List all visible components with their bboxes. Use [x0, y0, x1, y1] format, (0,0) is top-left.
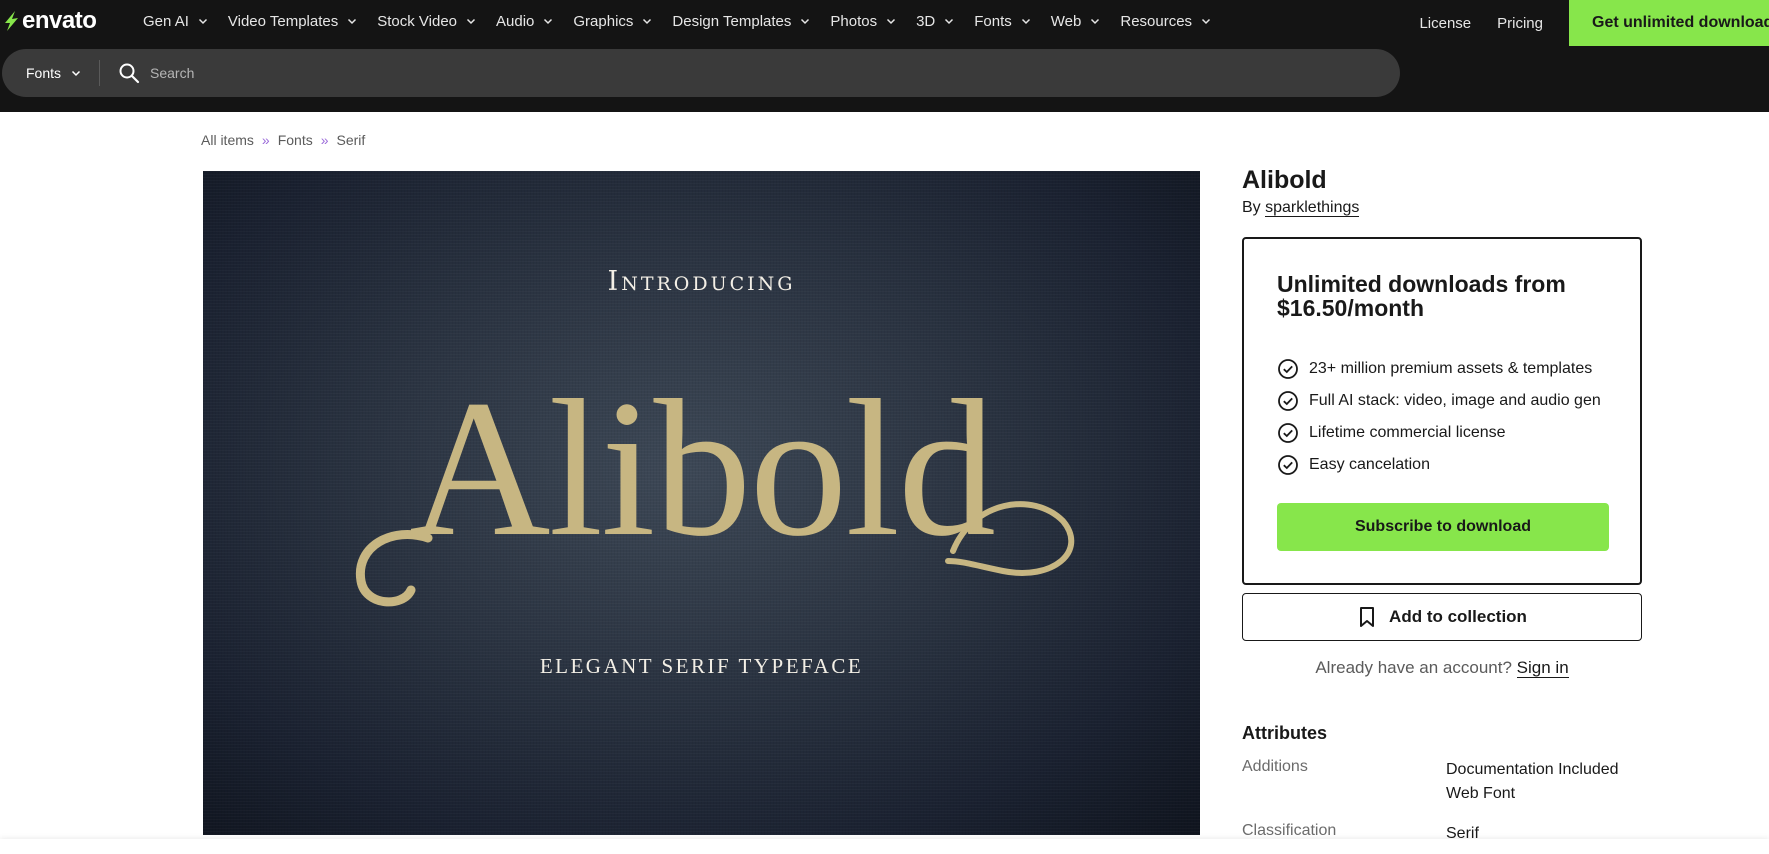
nav-label: Design Templates	[672, 12, 792, 30]
nav-label: Video Templates	[227, 12, 339, 30]
sign-in-link[interactable]: Sign in	[1516, 658, 1569, 678]
nav-photos[interactable]: Photos	[830, 13, 896, 30]
nav-3d[interactable]: 3D	[916, 13, 954, 30]
check-circle-icon	[1278, 391, 1298, 411]
swash-ornament-icon	[945, 501, 1075, 576]
item-byline: By sparklethings	[1242, 199, 1360, 217]
add-to-collection-label: Add to collection	[1389, 607, 1527, 626]
nav-audio[interactable]: Audio	[496, 13, 553, 30]
chevron-down-icon	[1091, 18, 1100, 25]
nav-resources[interactable]: Resources	[1120, 13, 1211, 30]
leaf-logo-icon	[5, 11, 18, 31]
benefit-item: Easy cancelation	[1277, 449, 1601, 481]
nav-stock-video[interactable]: Stock Video	[377, 13, 476, 30]
signin-prompt-text: Already have an account?	[1315, 658, 1512, 677]
nav-graphics[interactable]: Graphics	[573, 13, 652, 30]
nav-label: Web	[1050, 12, 1082, 30]
nav-label: Stock Video	[377, 12, 458, 30]
page-bottom-edge	[0, 839, 1769, 854]
chevron-down-icon	[544, 18, 553, 25]
chevron-down-icon	[71, 70, 81, 77]
license-link[interactable]: License	[1419, 15, 1471, 32]
nav-fonts[interactable]: Fonts	[974, 13, 1031, 30]
check-circle-icon	[1278, 359, 1298, 379]
get-unlimited-downloads-button[interactable]: Get unlimited downloads	[1569, 0, 1769, 46]
nav-label: Fonts	[974, 12, 1012, 30]
add-to-collection-button[interactable]: Add to collection	[1242, 593, 1642, 641]
breadcrumb: All items » Fonts » Serif	[201, 132, 365, 148]
benefit-text: Easy cancelation	[1309, 456, 1430, 473]
subscribe-to-download-button[interactable]: Subscribe to download	[1277, 503, 1609, 551]
subscription-heading: Unlimited downloads from $16.50/month	[1277, 271, 1566, 321]
item-title: Alibold	[1242, 166, 1327, 194]
search-category-label: Fonts	[26, 65, 62, 81]
nav-right: License Pricing Get unlimited downloads	[1419, 0, 1769, 46]
nav-design-templates[interactable]: Design Templates	[672, 13, 810, 30]
nav-label: 3D	[916, 12, 936, 30]
preview-tagline: ELEGANT SERIF TYPEFACE	[539, 654, 864, 678]
nav-web[interactable]: Web	[1051, 13, 1101, 30]
attribute-values: Documentation Included Web Font	[1446, 758, 1619, 806]
search-icon	[119, 63, 140, 84]
benefit-item: Full AI stack: video, image and audio ge…	[1277, 385, 1601, 417]
attribute-value: Documentation Included	[1446, 761, 1619, 778]
chevron-down-icon	[198, 18, 207, 25]
attribute-key: Additions	[1242, 758, 1308, 775]
attribute-row-additions: Additions Documentation Included Web Fon…	[1242, 758, 1662, 806]
search-input[interactable]	[150, 53, 1400, 93]
benefit-item: 23+ million premium assets & templates	[1277, 353, 1601, 385]
nav-video-templates[interactable]: Video Templates	[228, 13, 357, 30]
attribute-value: Web Font	[1446, 785, 1516, 802]
author-link[interactable]: sparklethings	[1265, 199, 1360, 217]
chevron-down-icon	[643, 18, 652, 25]
nav-gen-ai[interactable]: Gen AI	[143, 13, 208, 30]
nav-label: Photos	[830, 12, 878, 30]
envato-logo[interactable]: envato	[2, 7, 97, 35]
attributes-heading: Attributes	[1242, 723, 1327, 743]
chevron-down-icon	[1202, 18, 1211, 25]
nav-label: Gen AI	[143, 12, 189, 30]
chevron-down-icon	[945, 18, 954, 25]
chevron-down-icon	[887, 18, 896, 25]
breadcrumb-separator-icon: »	[261, 132, 270, 148]
top-header: envato Gen AI Video Templates Stock Vide…	[0, 0, 1769, 112]
breadcrumb-separator-icon: »	[320, 132, 329, 148]
item-preview-image[interactable]: Introducing Alibold ELEGANT SERIF TYPEFA…	[203, 171, 1200, 835]
check-circle-icon	[1278, 455, 1298, 475]
search-bar: Fonts	[2, 49, 1400, 97]
chevron-down-icon	[466, 18, 476, 25]
benefit-text: 23+ million premium assets & templates	[1309, 360, 1593, 377]
chevron-down-icon	[801, 18, 810, 25]
benefit-item: Lifetime commercial license	[1277, 417, 1601, 449]
nav-label: Audio	[496, 12, 535, 30]
byline-prefix: By	[1242, 199, 1261, 216]
breadcrumb-all-items[interactable]: All items	[201, 132, 254, 148]
nav-label: Resources	[1120, 12, 1193, 30]
breadcrumb-fonts[interactable]: Fonts	[278, 132, 313, 148]
nav-items: Gen AI Video Templates Stock Video Audio…	[143, 0, 1231, 42]
search-category-select[interactable]: Fonts	[2, 60, 101, 86]
benefits-list: 23+ million premium assets & templates F…	[1277, 353, 1601, 481]
breadcrumb-serif[interactable]: Serif	[337, 132, 366, 148]
benefit-text: Full AI stack: video, image and audio ge…	[1309, 392, 1601, 409]
pricing-link[interactable]: Pricing	[1497, 15, 1543, 32]
check-circle-icon	[1278, 423, 1298, 443]
benefit-text: Lifetime commercial license	[1309, 424, 1506, 441]
nav-label: Graphics	[573, 12, 634, 30]
logo-text: envato	[22, 7, 97, 34]
bookmark-icon	[1360, 607, 1375, 627]
main-nav: envato Gen AI Video Templates Stock Vide…	[0, 0, 1769, 46]
chevron-down-icon	[348, 18, 357, 25]
preview-intro-text: Introducing	[607, 266, 796, 297]
signin-prompt: Already have an account? Sign in	[1242, 658, 1642, 678]
subscription-card: Unlimited downloads from $16.50/month 23…	[1242, 237, 1642, 585]
chevron-down-icon	[1021, 18, 1030, 25]
